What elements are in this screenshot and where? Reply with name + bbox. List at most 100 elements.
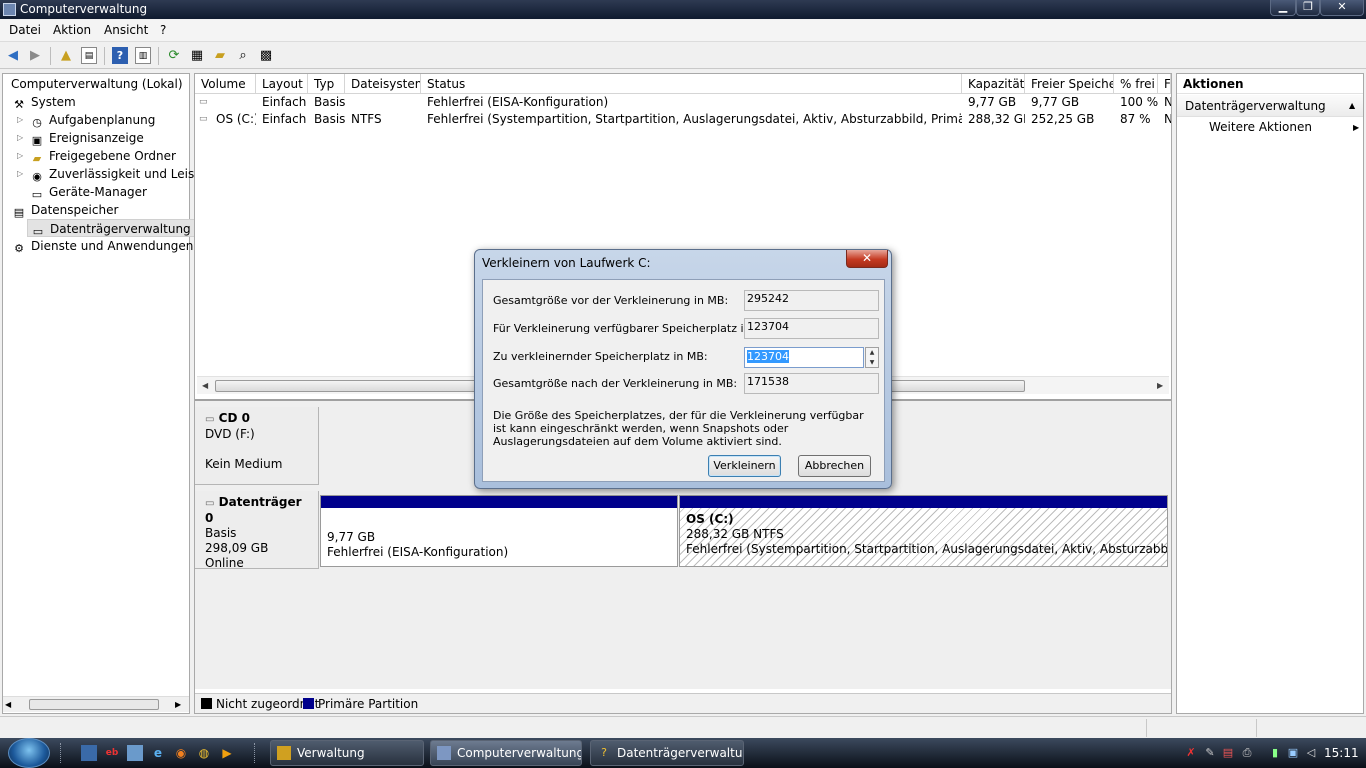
column-freier-speicher[interactable]: Freier Speicher: [1025, 74, 1114, 94]
show-desktop-icon[interactable]: [81, 745, 97, 761]
cancel-button[interactable]: Abbrechen: [798, 455, 871, 477]
tree-item-label: Dienste und Anwendungen: [31, 239, 194, 253]
legend: Nicht zugeordnet Primäre Partition: [195, 693, 1171, 713]
collapse-icon[interactable]: ▲: [1349, 95, 1355, 117]
back-icon[interactable]: ◀: [5, 47, 21, 64]
tree-item-datentraegerverwaltung[interactable]: ▭ Datenträgerverwaltung: [27, 219, 195, 238]
tree-item-freigegebene-ordner[interactable]: ▷ ▰ Freigegebene Ordner: [17, 147, 176, 165]
battery-tray-icon[interactable]: ▮: [1268, 745, 1282, 761]
disk-label-disk0[interactable]: ▭ Datenträger 0 Basis 298,09 GB Online: [195, 491, 319, 570]
table-row[interactable]: ▭ OS (C:) Einfach Basis NTFS Fehlerfrei …: [195, 111, 1171, 128]
cell-volume: OS (C:): [216, 112, 256, 126]
column-typ[interactable]: Typ: [308, 74, 345, 94]
open-icon[interactable]: ▰: [212, 47, 228, 64]
tree-item-zuverlaessigkeit[interactable]: ▷ ◉ Zuverlässigkeit und Leistur: [17, 165, 212, 183]
expand-icon[interactable]: ▷: [17, 147, 23, 165]
menu-help[interactable]: ?: [160, 23, 166, 37]
column-layout[interactable]: Layout: [256, 74, 308, 94]
network-tray-icon[interactable]: ▤: [1221, 745, 1235, 761]
table-row[interactable]: ▭ Einfach Basis Fehlerfrei (EISA-Konfigu…: [195, 94, 1171, 111]
close-button[interactable]: ✕: [1320, 0, 1364, 16]
media-player-icon[interactable]: ▶: [219, 745, 235, 761]
column-fehlertoleranz[interactable]: Fe: [1158, 74, 1171, 94]
refresh-icon[interactable]: ⟳: [166, 47, 182, 64]
submenu-arrow-icon: ▶: [1353, 123, 1360, 132]
help-icon[interactable]: ?: [112, 47, 128, 64]
expand-icon[interactable]: ▷: [17, 129, 23, 147]
column-status[interactable]: Status: [421, 74, 962, 94]
taskbar-item-label: Verwaltung: [297, 746, 365, 760]
clock[interactable]: 15:11: [1324, 738, 1360, 768]
scroll-left-icon[interactable]: ◀: [202, 381, 208, 390]
performance-icon: ◉: [32, 170, 42, 183]
cell-status: Fehlerfrei (EISA-Konfiguration): [427, 95, 609, 109]
up-folder-icon[interactable]: ▲: [58, 47, 74, 64]
tree-item-dienste[interactable]: ⚙ Dienste und Anwendungen: [11, 237, 193, 255]
tree-item-datenspeicher[interactable]: ▤ Datenspeicher: [11, 201, 119, 219]
shrink-button[interactable]: Verkleinern: [708, 455, 781, 477]
device-manager-icon: ▭: [31, 188, 43, 201]
security-tray-icon[interactable]: ✗: [1184, 745, 1198, 761]
spin-down-icon[interactable]: ▼: [866, 358, 878, 367]
expand-icon[interactable]: ▷: [17, 111, 23, 129]
search-icon[interactable]: ⌕: [235, 47, 251, 64]
minimize-button[interactable]: ▁: [1270, 0, 1296, 16]
column-kapazitaet[interactable]: Kapazität: [962, 74, 1025, 94]
menu-ansicht[interactable]: Ansicht: [104, 23, 148, 37]
dialog-note: Die Größe des Speicherplatzes, der für d…: [493, 409, 864, 448]
scroll-right-icon[interactable]: ▶: [1157, 381, 1163, 390]
tree-item-root[interactable]: Computerverwaltung (Lokal): [11, 75, 183, 93]
tree-horizontal-scrollbar[interactable]: ◀ ▶: [3, 696, 189, 712]
tree-item-ereignisanzeige[interactable]: ▷ ▣ Ereignisanzeige: [17, 129, 144, 147]
column-volume[interactable]: Volume: [195, 74, 256, 94]
toolbar-separator: [104, 47, 105, 65]
partition-eisa[interactable]: 9,77 GB Fehlerfrei (EISA-Konfiguration): [320, 495, 678, 567]
ebay-icon[interactable]: eb: [104, 745, 120, 761]
forward-icon[interactable]: ▶: [27, 47, 43, 64]
properties-icon[interactable]: ▦: [189, 47, 205, 64]
printer-tray-icon[interactable]: ⎙: [1240, 745, 1254, 761]
switch-windows-icon[interactable]: [127, 745, 143, 761]
folder-icon: [277, 746, 291, 760]
settings-icon[interactable]: ▩: [258, 47, 274, 64]
cell-freier-speicher: 252,25 GB: [1031, 112, 1095, 126]
expand-icon[interactable]: ▷: [17, 165, 23, 183]
taskbar-item-computerverwaltung[interactable]: Computerverwaltung: [430, 740, 582, 766]
scroll-left-icon[interactable]: ◀: [5, 700, 11, 709]
cell-typ: Basis: [314, 112, 345, 126]
tree-item-label: Geräte-Manager: [49, 185, 147, 199]
tree-item-geraete-manager[interactable]: ▭ Geräte-Manager: [29, 183, 147, 201]
menu-datei[interactable]: Datei: [9, 23, 41, 37]
shrink-amount-stepper[interactable]: ▲ ▼: [865, 347, 879, 368]
taskbar-item-datentraegerverwaltung[interactable]: ? Datenträgerverwaltu...: [590, 740, 744, 766]
legend-primary: Primäre Partition: [318, 697, 419, 711]
tree-item-label: Zuverlässigkeit und Leistur: [49, 167, 212, 181]
tree-item-system[interactable]: ⚒ System: [11, 93, 76, 111]
firefox-icon[interactable]: ◉: [173, 745, 189, 761]
restore-button[interactable]: ❐: [1296, 0, 1320, 16]
taskbar-item-verwaltung[interactable]: Verwaltung: [270, 740, 424, 766]
column-dateisystem[interactable]: Dateisystem: [345, 74, 421, 94]
spin-up-icon[interactable]: ▲: [866, 348, 878, 357]
shrink-amount-input[interactable]: 123704: [744, 347, 864, 368]
disk-label-cd0[interactable]: ▭ CD 0 DVD (F:) Kein Medium: [195, 407, 319, 485]
volume-tray-icon[interactable]: ◁: [1304, 745, 1318, 761]
scroll-right-icon[interactable]: ▶: [175, 700, 181, 709]
tools-tray-icon[interactable]: ✎: [1203, 745, 1217, 761]
tree-item-label: Ereignisanzeige: [49, 131, 144, 145]
tree-item-aufgabenplanung[interactable]: ▷ ◷ Aufgabenplanung: [17, 111, 155, 129]
action-pane-icon[interactable]: ▥: [135, 47, 151, 64]
menu-aktion[interactable]: Aktion: [53, 23, 91, 37]
scroll-thumb[interactable]: [29, 699, 159, 710]
action-weitere-aktionen[interactable]: Weitere Aktionen: [1209, 120, 1312, 134]
actions-section-datentraegerverwaltung[interactable]: Datenträgerverwaltung ▲: [1177, 95, 1363, 117]
start-button[interactable]: [8, 738, 50, 768]
dialog-close-button[interactable]: ✕: [846, 250, 888, 268]
messenger-icon[interactable]: ◍: [196, 745, 212, 761]
show-tree-icon[interactable]: ▤: [81, 47, 97, 64]
connection-tray-icon[interactable]: ▣: [1286, 745, 1300, 761]
cell-fehlertoleranz: N: [1164, 112, 1171, 126]
column-prozent-frei[interactable]: % frei: [1114, 74, 1158, 94]
internet-explorer-icon[interactable]: e: [150, 745, 166, 761]
partition-os-c[interactable]: OS (C:) 288,32 GB NTFS Fehlerfrei (Syste…: [679, 495, 1168, 567]
